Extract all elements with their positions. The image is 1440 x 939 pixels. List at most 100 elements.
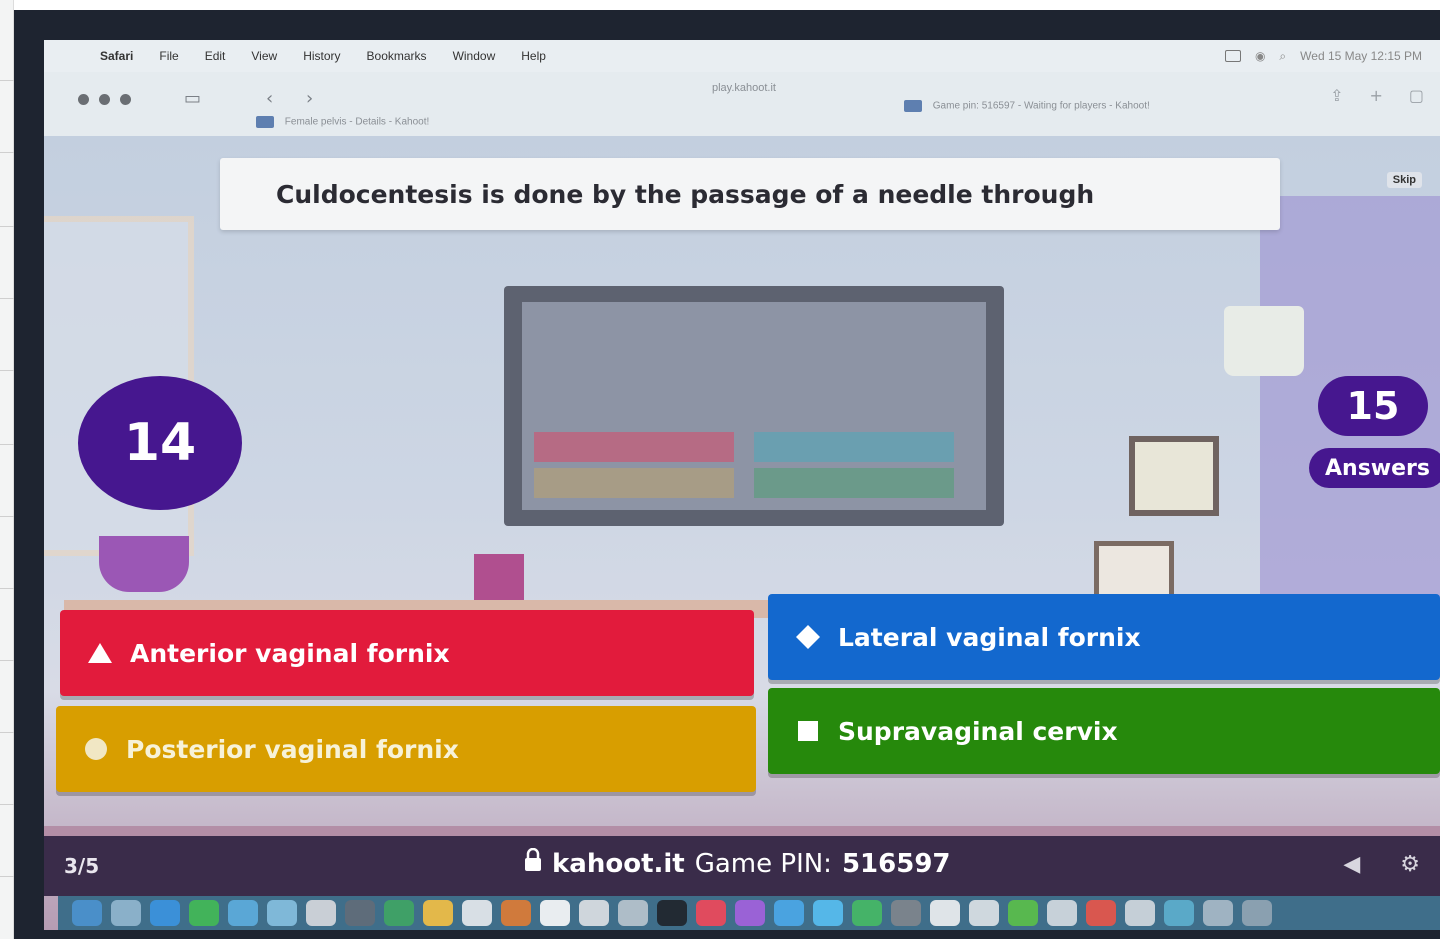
pages-dock-icon[interactable] [423, 900, 453, 926]
close-window-icon[interactable] [78, 94, 89, 105]
calendar-dock-icon[interactable] [462, 900, 492, 926]
menu-edit[interactable]: Edit [205, 49, 226, 63]
photos-dock-icon[interactable] [306, 900, 336, 926]
background-lamp [1224, 306, 1304, 376]
site-name: kahoot.it [552, 848, 685, 879]
diamond-icon [794, 623, 822, 651]
maps-dock-icon[interactable] [267, 900, 297, 926]
forward-icon[interactable]: › [306, 88, 313, 109]
kahoot-tab-icon [904, 100, 922, 112]
tab-right-title: Game pin: 516597 - Waiting for players -… [932, 100, 1150, 112]
preview-dock-icon[interactable] [618, 900, 648, 926]
terminal-dock-icon[interactable] [657, 900, 687, 926]
new-tab-icon[interactable]: + [1369, 86, 1382, 105]
answers-count: 15 [1318, 376, 1428, 436]
menubar-status: ◉ ⌕ Wed 15 May 12:15 PM [1224, 49, 1440, 64]
share-icon[interactable]: ⇪ [1330, 86, 1343, 105]
tv-panel-blue [754, 432, 954, 462]
footer-controls: ◀ ⚙ [1343, 852, 1420, 877]
documents-dock-icon[interactable] [1203, 900, 1233, 926]
answer-option-diamond[interactable]: Lateral vaginal fornix [768, 594, 1440, 680]
finder-dock-icon[interactable] [72, 900, 102, 926]
podcasts-dock-icon[interactable] [735, 900, 765, 926]
tv-panel-yellow [534, 468, 734, 498]
word-dock-icon[interactable] [930, 900, 960, 926]
zoom-window-icon[interactable] [120, 94, 131, 105]
menu-window[interactable]: Window [453, 49, 496, 63]
background-tv [504, 286, 1004, 526]
tab-right[interactable]: Game pin: 516597 - Waiting for players -… [904, 100, 1150, 112]
answer-option-square[interactable]: Supravaginal cervix [768, 688, 1440, 774]
zoom-dock-icon[interactable] [1047, 900, 1077, 926]
minimize-window-icon[interactable] [99, 94, 110, 105]
answer-option-circle[interactable]: Posterior vaginal fornix [56, 706, 756, 792]
triangle-icon [86, 639, 114, 667]
notes-dock-icon[interactable] [384, 900, 414, 926]
background-plant [99, 536, 189, 592]
teams-dock-icon[interactable] [1125, 900, 1155, 926]
back-icon[interactable]: ‹ [266, 88, 273, 109]
numbers-dock-icon[interactable] [852, 900, 882, 926]
menu-app-name[interactable]: Safari [100, 49, 133, 63]
messages-dock-icon[interactable] [189, 900, 219, 926]
background-photo [1094, 541, 1174, 601]
books-dock-icon[interactable] [501, 900, 531, 926]
keynote-dock-icon[interactable] [813, 900, 843, 926]
menu-history[interactable]: History [303, 49, 340, 63]
screen: Safari File Edit View History Bookmarks … [44, 40, 1440, 930]
square-icon [794, 717, 822, 745]
menu-view[interactable]: View [251, 49, 277, 63]
menubar-clock[interactable]: Wed 15 May 12:15 PM [1300, 49, 1422, 63]
page-edge [0, 0, 14, 939]
contacts-dock-icon[interactable] [579, 900, 609, 926]
skip-button[interactable]: Skip [1386, 172, 1422, 188]
tab-left-title: Female pelvis - Details - Kahoot! [284, 116, 430, 128]
kahoot-tab-icon [256, 116, 274, 128]
settings-dock-icon[interactable] [891, 900, 921, 926]
chrome-dock-icon[interactable] [1086, 900, 1116, 926]
tabs-overview-icon[interactable]: ▢ [1409, 86, 1424, 105]
question-text: Culdocentesis is done by the passage of … [220, 158, 1280, 230]
excel-dock-icon[interactable] [969, 900, 999, 926]
background-books [474, 554, 524, 606]
tab-left[interactable]: Female pelvis - Details - Kahoot! [256, 116, 429, 128]
whatsapp-dock-icon[interactable] [1008, 900, 1038, 926]
menu-file[interactable]: File [159, 49, 178, 63]
monitor: Safari File Edit View History Bookmarks … [14, 10, 1440, 939]
browser-toolbar: ▭ ‹ › play.kahoot.it Female pelvis - Det… [44, 72, 1440, 136]
game-footer: 3/5 kahoot.it Game PIN: 516597 ◀ ⚙ [44, 836, 1440, 896]
mac-dock [58, 896, 1440, 930]
kahoot-game: Culdocentesis is done by the passage of … [44, 136, 1440, 930]
battery-icon[interactable] [1224, 50, 1241, 62]
menu-bookmarks[interactable]: Bookmarks [367, 49, 427, 63]
settings-icon[interactable]: ⚙ [1400, 852, 1420, 877]
tv-panel-green [754, 468, 954, 498]
sidebar-icon[interactable]: ▭ [184, 88, 201, 109]
countdown-timer: 14 [78, 376, 242, 510]
answer-label: Lateral vaginal fornix [838, 622, 1141, 652]
menu-help[interactable]: Help [521, 49, 546, 63]
search-icon[interactable]: ⌕ [1279, 49, 1286, 64]
wifi-icon[interactable]: ◉ [1255, 49, 1265, 63]
mac-menubar: Safari File Edit View History Bookmarks … [44, 40, 1440, 72]
mail-dock-icon[interactable] [228, 900, 258, 926]
address-text: play.kahoot.it [711, 82, 776, 94]
question-progress: 3/5 [64, 854, 100, 878]
pin-value: 516597 [841, 848, 951, 879]
trash-dock-icon[interactable] [1242, 900, 1272, 926]
game-pin-display: kahoot.it Game PIN: 516597 [524, 847, 951, 879]
answer-label: Anterior vaginal fornix [130, 638, 450, 668]
launchpad-dock-icon[interactable] [111, 900, 141, 926]
facetime-dock-icon[interactable] [345, 900, 375, 926]
volume-icon[interactable]: ◀ [1343, 852, 1360, 877]
answer-option-triangle[interactable]: Anterior vaginal fornix [60, 610, 754, 696]
reminders-dock-icon[interactable] [540, 900, 570, 926]
downloads-dock-icon[interactable] [1164, 900, 1194, 926]
answers-label: Answers [1309, 448, 1440, 488]
lock-icon [524, 847, 542, 879]
safari-dock-icon[interactable] [150, 900, 180, 926]
address-bar[interactable]: play.kahoot.it [644, 82, 844, 102]
background-frame [1129, 436, 1219, 516]
appstore-dock-icon[interactable] [774, 900, 804, 926]
music-dock-icon[interactable] [696, 900, 726, 926]
